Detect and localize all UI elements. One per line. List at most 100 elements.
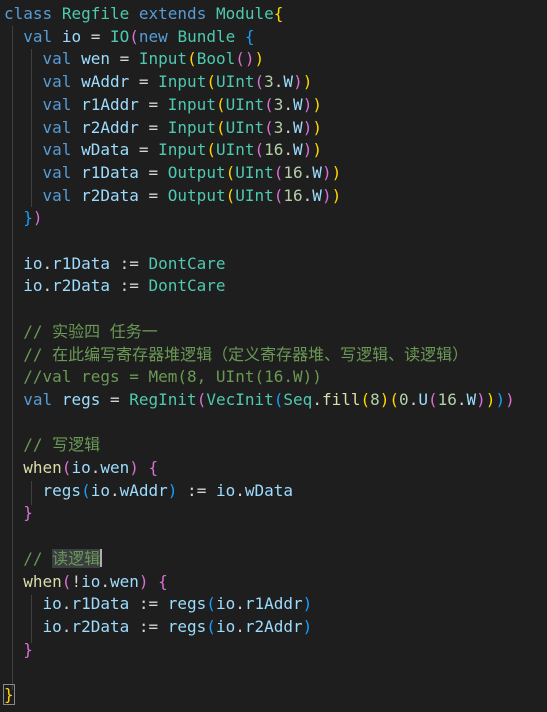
code-line[interactable]: when(io.wen) { bbox=[4, 457, 158, 480]
code-token: ( bbox=[360, 389, 371, 409]
code-token: . bbox=[235, 594, 245, 614]
code-line[interactable]: //val regs = Mem(8, UInt(16.W)) bbox=[4, 366, 322, 389]
code-token: 3 bbox=[273, 94, 284, 114]
code-token: } bbox=[23, 208, 33, 228]
code-token: Output bbox=[167, 162, 226, 182]
code-line[interactable]: val wData = Input(UInt(16.W)) bbox=[4, 139, 322, 162]
code-token: val bbox=[42, 49, 72, 69]
code-token: W bbox=[312, 185, 322, 205]
code-line[interactable]: val r2Data = Output(UInt(16.W)) bbox=[4, 185, 342, 208]
code-line[interactable]: // 写逻辑 bbox=[4, 434, 100, 457]
code-token: io bbox=[90, 480, 110, 500]
code-line[interactable]: val r1Data = Output(UInt(16.W)) bbox=[4, 162, 342, 185]
code-token: } bbox=[3, 684, 15, 705]
code-token: r2Data bbox=[81, 185, 139, 205]
code-token: ) bbox=[254, 49, 265, 69]
code-token: := bbox=[109, 276, 149, 296]
code-line[interactable]: io.r1Data := regs(io.r1Addr) bbox=[4, 593, 313, 616]
code-line[interactable]: // 读逻辑 bbox=[4, 548, 103, 571]
code-token: . bbox=[283, 140, 294, 160]
code-token: UInt bbox=[235, 162, 274, 182]
code-token: = bbox=[109, 49, 139, 69]
code-token: ) bbox=[476, 389, 486, 409]
code-token: Input bbox=[158, 140, 207, 160]
code-line[interactable]: when(!io.wen) { bbox=[4, 571, 168, 594]
code-line[interactable]: // 在此编写寄存器堆逻辑（定义寄存器堆、写逻辑、读逻辑） bbox=[4, 344, 468, 367]
code-token: W bbox=[293, 140, 303, 160]
code-token: when bbox=[23, 458, 62, 477]
code-line[interactable]: class Regfile extends Module{ bbox=[4, 3, 283, 26]
code-token: DontCare bbox=[148, 276, 226, 296]
code-token: ( bbox=[206, 594, 216, 614]
code-token: ( bbox=[61, 458, 72, 477]
code-editor[interactable]: class Regfile extends Module{ val io = I… bbox=[0, 0, 547, 712]
code-token: := bbox=[129, 594, 168, 614]
code-token: ( bbox=[225, 162, 236, 182]
text-cursor bbox=[100, 548, 103, 567]
code-token: ) bbox=[312, 140, 322, 160]
code-token: ( bbox=[273, 185, 284, 205]
code-token: Input bbox=[138, 49, 188, 69]
code-line[interactable]: // 实验四 任务一 bbox=[4, 321, 158, 344]
code-line[interactable]: val r1Addr = Input(UInt(3.W)) bbox=[4, 94, 322, 117]
code-token: 8 bbox=[370, 389, 380, 409]
code-token: ) bbox=[495, 389, 506, 409]
code-token: 16 bbox=[283, 162, 303, 182]
code-line[interactable]: val io = IO(new Bundle { bbox=[4, 26, 255, 49]
code-token: fill bbox=[321, 389, 361, 409]
code-token: ) bbox=[302, 117, 313, 137]
code-line[interactable]: io.r1Data := DontCare bbox=[4, 253, 225, 276]
code-line[interactable]: }) bbox=[4, 207, 42, 230]
code-token: ) bbox=[302, 140, 313, 160]
code-line[interactable]: } bbox=[4, 502, 33, 525]
code-token: IO bbox=[109, 26, 130, 46]
code-token: wen bbox=[109, 571, 139, 591]
code-token: . bbox=[283, 117, 294, 137]
code-line[interactable]: } bbox=[3, 684, 15, 707]
code-token: val bbox=[42, 72, 72, 92]
code-line[interactable]: val wen = Input(Bool()) bbox=[4, 48, 265, 71]
code-line[interactable]: val regs = RegInit(VecInit(Seq.fill(8)(0… bbox=[4, 389, 514, 412]
code-token: r2Data bbox=[71, 616, 130, 636]
code-line[interactable]: io.r2Data := DontCare bbox=[4, 275, 226, 298]
code-token: Bool bbox=[196, 49, 236, 69]
code-token: io bbox=[215, 594, 236, 614]
code-token: wAddr bbox=[119, 480, 168, 500]
code-token: . bbox=[283, 94, 294, 114]
code-token: r1Data bbox=[71, 594, 130, 614]
code-token: r1Addr bbox=[244, 594, 303, 614]
code-line[interactable]: val wAddr = Input(UInt(3.W)) bbox=[4, 71, 313, 94]
code-line[interactable]: io.r2Data := regs(io.r2Addr) bbox=[4, 616, 313, 639]
code-token: . bbox=[61, 594, 72, 614]
code-token: = bbox=[129, 72, 159, 92]
code-token: r1Addr bbox=[81, 94, 139, 114]
code-token: val bbox=[42, 140, 72, 160]
code-line[interactable]: val r2Addr = Input(UInt(3.W)) bbox=[4, 117, 322, 140]
code-token: { bbox=[244, 26, 255, 46]
code-line[interactable]: regs(io.wAddr) := io.wData bbox=[4, 480, 294, 503]
code-token: Seq bbox=[283, 389, 313, 409]
code-token: ) bbox=[302, 616, 313, 636]
code-token: := bbox=[109, 253, 149, 273]
code-token: regs bbox=[167, 594, 207, 614]
code-token: io bbox=[42, 594, 62, 614]
code-token: val bbox=[42, 117, 72, 137]
code-line[interactable]: } bbox=[4, 639, 33, 662]
